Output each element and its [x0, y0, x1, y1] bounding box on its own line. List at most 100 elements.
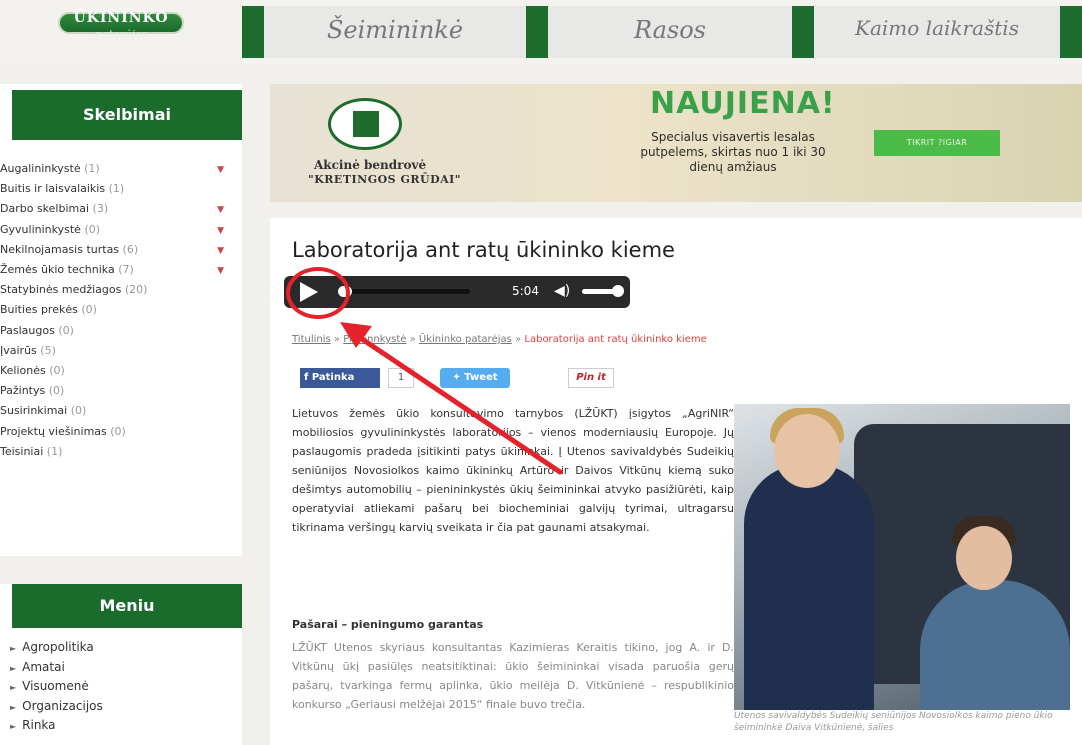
ad-banner[interactable]: Akcinė bendrovė "KRETINGOS GRŪDAI" NAUJI… — [270, 84, 1082, 202]
photo-person — [920, 580, 1070, 710]
ads-category-label: Paslaugos — [0, 323, 55, 337]
menu-item[interactable]: ► Amatai — [10, 660, 65, 674]
ads-category-count: (0) — [81, 303, 97, 317]
like-label: Patinka — [311, 372, 355, 383]
ads-panel-title: Skelbimai — [12, 90, 242, 140]
banner-text: Specialus visavertis lesalas putpelems, … — [640, 130, 826, 174]
duration-label: 5:04 — [512, 284, 539, 298]
header-divider — [792, 6, 814, 58]
expand-arrow-icon[interactable]: ▼ — [217, 205, 224, 215]
ads-category-item[interactable]: Nekilnojamasis turtas (6) ▼ — [0, 243, 230, 263]
expand-arrow-icon[interactable]: ▼ — [217, 226, 224, 236]
menu-item-label: Amatai — [22, 659, 65, 674]
ads-category-count: (1) — [84, 162, 100, 175]
menu-item[interactable]: ► Agropolitika — [10, 640, 94, 654]
article-paragraph: Lietuvos žemės ūkio konsultavimo tarnybo… — [292, 407, 734, 534]
site-header: ŪKININKO patarėjas Šeimininkė Rasos Kaim… — [0, 0, 1082, 64]
article-title: Laboratorija ant ratų ūkininko kieme — [292, 238, 675, 262]
pinterest-button[interactable]: Pin it — [568, 368, 614, 388]
logo-line2: patarėjas — [95, 28, 147, 41]
ads-category-item[interactable]: Buitis ir laisvalaikis (1) — [0, 182, 230, 202]
ads-category-item[interactable]: Pažintys (0) — [0, 384, 230, 404]
ads-category-item[interactable]: Įvairūs (5) — [0, 344, 230, 364]
expand-arrow-icon[interactable]: ▼ — [217, 266, 224, 276]
ads-category-label: Projektų viešinimas — [0, 424, 107, 438]
breadcrumb-separator: » — [409, 334, 416, 345]
menu-item[interactable]: ► Organizacijos — [10, 699, 103, 713]
ads-category-item[interactable]: Buities prekės (0) — [0, 303, 230, 323]
ads-category-item[interactable]: Statybinės medžiagos (20) — [0, 283, 230, 303]
ads-category-item[interactable]: Gyvulininkystė (0) ▼ — [0, 223, 230, 243]
company-logo — [328, 98, 402, 150]
ads-category-label: Pažintys — [0, 384, 46, 398]
ads-category-item[interactable]: Paslaugos (0) — [0, 324, 230, 344]
ads-category-count: (0) — [110, 424, 126, 438]
menu-item-label: Organizacijos — [22, 698, 103, 713]
ads-category-count: (1) — [108, 182, 125, 196]
article-photo[interactable] — [734, 404, 1070, 710]
ads-category-count: (7) — [118, 263, 134, 276]
ads-category-count: (0) — [70, 404, 87, 418]
menu-item[interactable]: ► Visuomenė — [10, 679, 89, 693]
breadcrumb-subsection[interactable]: Ūkininko patarėjas — [419, 334, 512, 345]
ads-category-item[interactable]: Susirinkimai (0) — [0, 404, 230, 424]
header-divider — [1060, 6, 1082, 58]
ads-category-item[interactable]: Teisiniai (1) — [0, 445, 230, 465]
ads-category-count: (0) — [58, 323, 74, 337]
menu-panel: Meniu ► Agropolitika ► Amatai ► Visuomenė ► Org… — [0, 584, 242, 745]
ads-category-item[interactable]: Darbo skelbimai (3) ▼ — [0, 202, 230, 222]
ads-category-count: (0) — [84, 222, 101, 236]
facebook-icon: f — [304, 372, 312, 383]
ads-category-item[interactable]: Žemės ūkio technika (7) ▼ — [0, 263, 230, 283]
publication-tab-kaimo-laikrastis[interactable]: Kaimo laikraštis — [814, 6, 1060, 58]
logo-icon — [353, 111, 379, 137]
ads-category-count: (20) — [124, 283, 148, 297]
ads-panel: Skelbimai Augalininkystė (1) ▼ Buitis ir l… — [0, 84, 242, 556]
highlight-circle — [286, 267, 350, 319]
twitter-icon: ✦ — [452, 372, 465, 383]
ads-category-label: Susirinkimai — [0, 404, 68, 418]
volume-icon[interactable]: ◀) — [554, 283, 570, 299]
ads-category-item[interactable]: Projektų viešinimas (0) — [0, 425, 230, 445]
ads-category-label: Žemės ūkio technika — [0, 263, 115, 276]
ads-category-count: (0) — [49, 364, 65, 377]
menu-item-label: Visuomenė — [22, 679, 89, 693]
bullet-icon: ► — [10, 644, 17, 653]
photo-person — [744, 464, 874, 710]
expand-arrow-icon[interactable]: ▼ — [217, 165, 224, 175]
breadcrumb-section[interactable]: Pieninnkystė — [343, 334, 406, 345]
banner-button[interactable]: TIKRIT ?IGIAR — [874, 130, 1000, 156]
bullet-icon: ► — [10, 683, 17, 692]
publication-tab-rasos[interactable]: Rasos — [548, 6, 792, 58]
bullet-icon: ► — [10, 663, 17, 673]
ads-category-count: (5) — [40, 343, 56, 357]
article-paragraph: LŽŪKT Utenos skyriaus konsultantas Kazim… — [292, 641, 734, 711]
tweet-button[interactable]: ✦ Tweet — [440, 368, 510, 388]
ads-category-label: Buitis ir laisvalaikis — [0, 182, 106, 196]
ads-category-label: Buities prekės — [0, 303, 78, 317]
header-divider — [242, 6, 264, 58]
progress-bar[interactable] — [340, 289, 470, 294]
menu-item-label: Agropolitika — [22, 640, 94, 654]
logo-line1: ŪKININKO — [73, 10, 169, 26]
site-logo[interactable]: ŪKININKO patarėjas — [58, 4, 184, 44]
volume-handle[interactable] — [612, 285, 624, 297]
bullet-icon: ► — [10, 702, 17, 712]
article: Laboratorija ant ratų ūkininko kieme 5:0… — [270, 218, 1082, 745]
breadcrumb-home[interactable]: Titulinis — [292, 334, 331, 345]
publication-tab-seimininke[interactable]: Šeimininkė — [264, 6, 526, 58]
ads-category-count: (6) — [122, 242, 139, 256]
publication-name: Šeimininkė — [326, 16, 464, 44]
facebook-like-button[interactable]: f Patinka — [300, 368, 380, 388]
ads-category-label: Darbo skelbimai — [0, 202, 90, 216]
ads-category-item[interactable]: Augalininkystė (1) ▼ — [0, 162, 230, 182]
header-divider — [526, 6, 548, 58]
expand-arrow-icon[interactable]: ▼ — [217, 246, 224, 256]
ads-category-label: Augalininkystė — [0, 162, 81, 175]
ads-category-item[interactable]: Kelionės (0) — [0, 364, 230, 384]
ads-category-label: Gyvulininkystė — [0, 222, 81, 236]
publication-name: Rasos — [633, 16, 706, 44]
breadcrumb-separator: » — [333, 334, 341, 345]
publication-name: Kaimo laikraštis — [855, 16, 1019, 40]
menu-item[interactable]: ► Rinka — [10, 718, 56, 732]
